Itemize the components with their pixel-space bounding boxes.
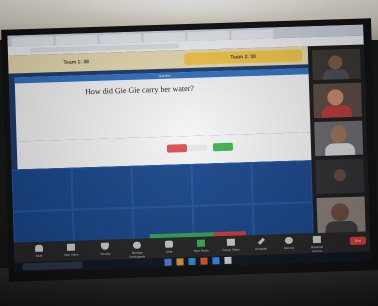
monitor: Team 1: 38 Team 2: 38 Question How did G…	[1, 18, 378, 282]
record-icon	[284, 236, 293, 245]
taskbar-app-icon[interactable]	[212, 257, 220, 265]
participant-video[interactable]	[315, 158, 365, 195]
new-share-button[interactable]: New Share	[190, 238, 212, 255]
mute-button[interactable]: Mute	[28, 243, 50, 260]
game-board: Team 1: 38 Team 2: 38 Question How did G…	[7, 46, 318, 261]
toolbar-label: Security	[99, 251, 111, 256]
question-tile[interactable]	[11, 167, 73, 212]
neutral-button[interactable]	[188, 144, 208, 152]
participant-face	[328, 55, 343, 70]
record-button[interactable]: Record	[278, 236, 300, 253]
share-screen-icon	[196, 239, 206, 247]
participant-shoulders	[322, 68, 349, 81]
question-card: Question How did Gie Gie carry her water…	[14, 68, 317, 142]
participant-face	[333, 169, 347, 182]
toolbar-label: Annotate	[255, 246, 268, 252]
toolbar-label: Record	[284, 245, 295, 251]
participants-icon	[132, 241, 142, 249]
toolbar-label: Stop Video	[63, 252, 79, 258]
toolbar-label: Chat	[165, 249, 173, 254]
team2-score: Team 2: 38	[183, 49, 303, 66]
participant-shoulders	[321, 104, 353, 119]
participant-video[interactable]	[311, 48, 361, 81]
question-tile[interactable]	[191, 162, 253, 206]
breakout-icon	[312, 235, 321, 244]
participant-face	[327, 89, 344, 106]
toolbar-label: Pause Share	[222, 247, 240, 253]
incorrect-button[interactable]	[166, 144, 188, 153]
pause-icon	[226, 238, 236, 246]
participant-video[interactable]	[316, 196, 366, 235]
photo-scene: Team 1: 38 Team 2: 38 Question How did G…	[0, 0, 378, 306]
end-meeting-button[interactable]: End	[349, 236, 367, 246]
participant-face	[330, 203, 350, 222]
question-text: How did Gie Gie carry her water?	[84, 83, 195, 97]
security-button[interactable]: Security	[94, 241, 116, 258]
question-tile[interactable]	[71, 165, 133, 210]
chat-icon	[164, 240, 174, 248]
toolbar-label: Mute	[35, 253, 43, 258]
shield-icon	[100, 242, 110, 250]
annotate-icon	[257, 237, 265, 245]
participant-shoulders	[324, 142, 356, 157]
light-glare	[40, 0, 340, 22]
participant-video[interactable]	[312, 82, 363, 119]
taskbar-app-icon[interactable]	[200, 257, 208, 265]
participant-video[interactable]	[314, 120, 364, 157]
microphone-icon	[34, 244, 44, 252]
stop-video-button[interactable]: Stop Video	[60, 242, 82, 259]
taskbar-app-icon[interactable]	[176, 258, 184, 266]
team1-score: Team 1: 38	[63, 59, 90, 66]
participant-video-sidebar	[307, 44, 371, 252]
question-tile[interactable]	[251, 160, 313, 205]
taskbar-app-icon[interactable]	[188, 257, 196, 266]
annotate-button[interactable]: Annotate	[250, 236, 272, 253]
participants-button[interactable]: Manage Participants	[126, 240, 148, 259]
toolbar-label: New Share	[193, 248, 209, 253]
breakout-rooms-button[interactable]: Breakout Rooms	[306, 235, 328, 253]
taskbar-search[interactable]	[22, 261, 83, 271]
taskbar-app-icon[interactable]	[224, 256, 232, 264]
taskbar-app-icon[interactable]	[164, 258, 172, 266]
question-tile[interactable]	[131, 163, 193, 208]
chat-button[interactable]: Chat	[158, 239, 180, 256]
video-camera-icon	[66, 243, 76, 251]
participant-face	[330, 125, 347, 144]
screen: Team 1: 38 Team 2: 38 Question How did G…	[7, 24, 371, 272]
correct-button[interactable]	[212, 142, 234, 152]
pause-share-button[interactable]: Pause Share	[220, 237, 242, 254]
